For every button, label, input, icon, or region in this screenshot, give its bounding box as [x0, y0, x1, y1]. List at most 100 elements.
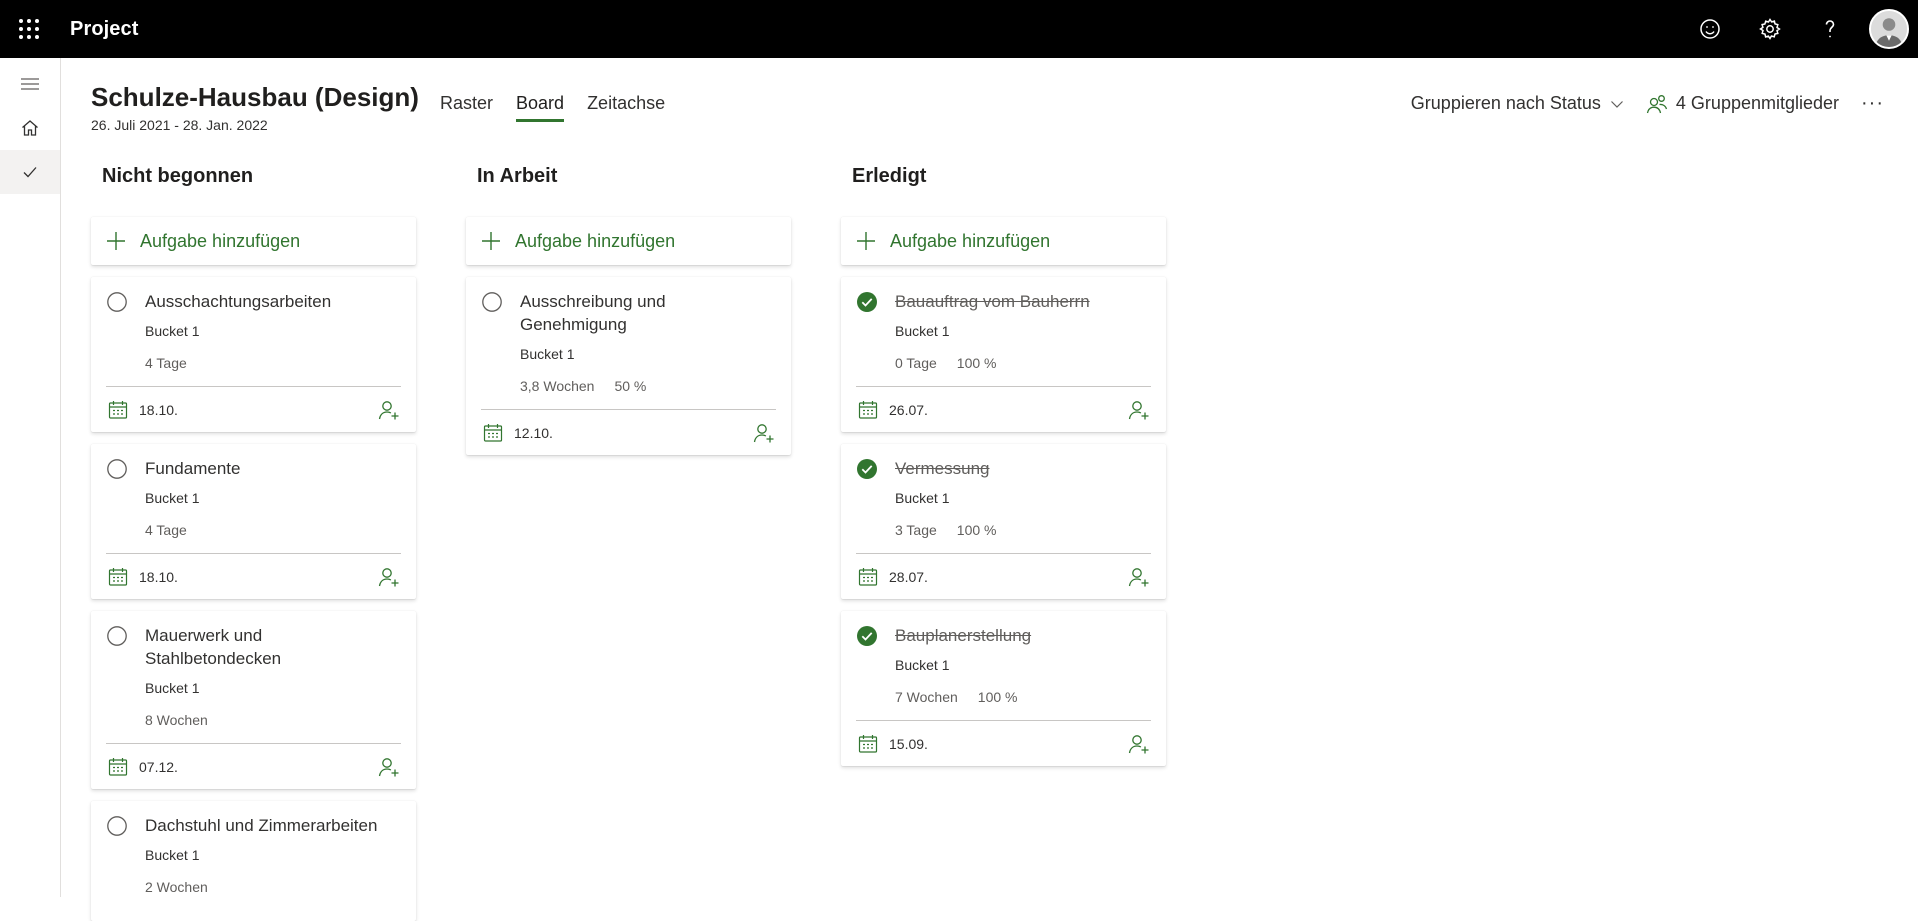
- task-card[interactable]: Mauerwerk und Stahlbetondecken Bucket 1 …: [91, 611, 416, 789]
- add-task-label: Aufgabe hinzufügen: [515, 230, 676, 251]
- view-tabs: Raster Board Zeitachse: [440, 93, 688, 122]
- assign-person-icon[interactable]: [377, 755, 401, 779]
- column-title: Nicht begonnen: [102, 165, 254, 187]
- board-column-erledigt: Erledigt Aufgabe hinzufügen Bauauftrag v…: [841, 165, 1166, 766]
- calendar-icon: [858, 734, 878, 753]
- task-name: Bauauftrag vom Bauherrn: [895, 292, 1090, 311]
- group-by-dropdown[interactable]: Gruppieren nach Status: [1411, 93, 1624, 114]
- task-duration: 4 Tage: [145, 522, 187, 538]
- task-complete-checkbox[interactable]: [481, 291, 503, 313]
- assign-person-icon[interactable]: [1127, 732, 1151, 756]
- task-bucket: Bucket 1: [145, 323, 200, 339]
- column-title: In Arbeit: [477, 165, 558, 187]
- task-bucket: Bucket 1: [145, 490, 200, 506]
- task-name: Vermessung: [895, 459, 990, 478]
- task-name: Bauplanerstellung: [895, 626, 1032, 645]
- home-icon[interactable]: [0, 106, 60, 150]
- top-bar: Project: [0, 0, 1918, 58]
- task-complete-checkbox[interactable]: [106, 815, 128, 837]
- task-completed-check-icon[interactable]: [856, 291, 878, 313]
- task-complete-checkbox[interactable]: [106, 625, 128, 647]
- calendar-icon: [108, 400, 128, 419]
- add-task-button[interactable]: Aufgabe hinzufügen: [91, 217, 416, 265]
- chevron-down-icon: [1610, 100, 1623, 108]
- task-bucket: Bucket 1: [895, 490, 950, 506]
- task-completed-check-icon[interactable]: [856, 625, 878, 647]
- plus-icon: [107, 232, 125, 250]
- calendar-icon: [108, 757, 128, 776]
- task-duration: 3,8 Wochen: [520, 378, 595, 394]
- more-options-button[interactable]: ···: [1861, 92, 1884, 115]
- add-task-label: Aufgabe hinzufügen: [140, 230, 301, 251]
- hamburger-icon[interactable]: [0, 62, 60, 106]
- add-task-label: Aufgabe hinzufügen: [890, 230, 1051, 251]
- task-due-date: 18.10.: [139, 401, 178, 418]
- assign-person-icon[interactable]: [377, 398, 401, 422]
- group-members-button[interactable]: 4 Gruppenmitglieder: [1646, 93, 1839, 115]
- task-percent-complete: 100 %: [956, 355, 997, 371]
- board-column-nicht-begonnen: Nicht begonnen Aufgabe hinzufügen Aussch…: [91, 165, 416, 921]
- user-avatar[interactable]: [1869, 9, 1909, 49]
- calendar-icon: [108, 567, 128, 586]
- column-title: Erledigt: [852, 165, 927, 187]
- add-task-button[interactable]: Aufgabe hinzufügen: [841, 217, 1166, 265]
- help-icon[interactable]: [1800, 0, 1860, 58]
- group-by-label: Gruppieren nach Status: [1410, 93, 1601, 113]
- task-duration: 3 Tage: [895, 522, 937, 538]
- task-card[interactable]: Ausschreibung und Genehmigung Bucket 1 3…: [466, 277, 791, 455]
- task-card[interactable]: Bauauftrag vom Bauherrn Bucket 1 0 Tage …: [841, 277, 1166, 432]
- task-due-date: 12.10.: [514, 424, 553, 441]
- task-due-date: 07.12.: [139, 758, 178, 775]
- board-column-in-arbeit: In Arbeit Aufgabe hinzufügen Ausschreibu…: [466, 165, 791, 455]
- project-title[interactable]: Schulze-Hausbau (Design): [91, 82, 419, 113]
- plus-icon: [857, 232, 875, 250]
- task-bucket: Bucket 1: [145, 847, 200, 863]
- people-icon: [1646, 94, 1668, 113]
- task-name: Mauerwerk und Stahlbetondecken: [145, 626, 282, 668]
- task-card[interactable]: Ausschachtungsarbeiten Bucket 1 4 Tage 1…: [91, 277, 416, 432]
- assign-person-icon[interactable]: [1127, 398, 1151, 422]
- task-duration: 8 Wochen: [145, 712, 208, 728]
- tab-board[interactable]: Board: [516, 93, 565, 122]
- task-bucket: Bucket 1: [145, 680, 200, 696]
- task-bucket: Bucket 1: [895, 323, 950, 339]
- tab-raster[interactable]: Raster: [440, 93, 493, 122]
- task-percent-complete: 100 %: [956, 522, 997, 538]
- add-task-button[interactable]: Aufgabe hinzufügen: [466, 217, 791, 265]
- task-complete-checkbox[interactable]: [106, 291, 128, 313]
- task-completed-check-icon[interactable]: [856, 458, 878, 480]
- task-bucket: Bucket 1: [520, 346, 575, 362]
- my-tasks-checkmark-icon[interactable]: [0, 150, 60, 194]
- task-due-date: 26.07.: [889, 401, 928, 418]
- task-duration: 0 Tage: [895, 355, 937, 371]
- app-title[interactable]: Project: [70, 18, 139, 41]
- task-complete-checkbox[interactable]: [106, 458, 128, 480]
- task-card[interactable]: Vermessung Bucket 1 3 Tage 100 % 28.07.: [841, 444, 1166, 599]
- tab-zeitachse[interactable]: Zeitachse: [587, 93, 665, 122]
- task-due-date: 28.07.: [889, 568, 928, 585]
- task-percent-complete: 100 %: [977, 689, 1018, 705]
- task-percent-complete: 50 %: [614, 378, 647, 394]
- assign-person-icon[interactable]: [752, 421, 776, 445]
- assign-person-icon[interactable]: [1127, 565, 1151, 589]
- app-launcher-waffle-icon[interactable]: [0, 0, 58, 58]
- task-name: Ausschreibung und Genehmigung: [520, 292, 666, 334]
- task-duration: 2 Wochen: [145, 879, 208, 895]
- calendar-icon: [483, 423, 503, 442]
- smiley-icon[interactable]: [1680, 0, 1740, 58]
- assign-person-icon[interactable]: [377, 565, 401, 589]
- task-due-date: 15.09.: [889, 735, 928, 752]
- header-actions: Gruppieren nach Status 4 Gruppenmitglied…: [1411, 92, 1884, 115]
- task-card[interactable]: Dachstuhl und Zimmerarbeiten Bucket 1 2 …: [91, 801, 416, 921]
- task-bucket: Bucket 1: [895, 657, 950, 673]
- task-due-date: 18.10.: [139, 568, 178, 585]
- task-card[interactable]: Bauplanerstellung Bucket 1 7 Wochen 100 …: [841, 611, 1166, 766]
- gear-icon[interactable]: [1740, 0, 1800, 58]
- group-members-label: 4 Gruppenmitglieder: [1675, 93, 1840, 113]
- calendar-icon: [858, 400, 878, 419]
- left-rail: [0, 58, 61, 897]
- task-name: Dachstuhl und Zimmerarbeiten: [145, 816, 378, 835]
- task-card[interactable]: Fundamente Bucket 1 4 Tage 18.10.: [91, 444, 416, 599]
- task-name: Ausschachtungsarbeiten: [145, 292, 332, 311]
- task-duration: 7 Wochen: [895, 689, 958, 705]
